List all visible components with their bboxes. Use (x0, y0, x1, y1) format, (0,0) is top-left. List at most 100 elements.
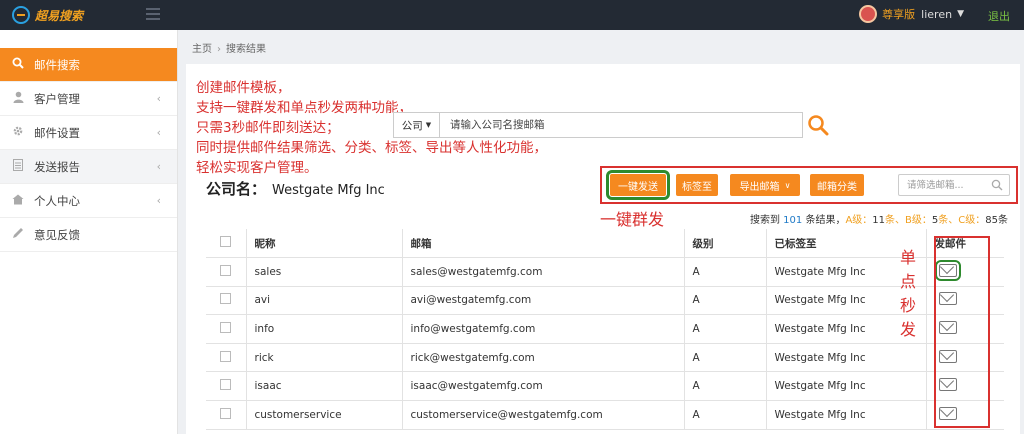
table-row: customerservice customerservice@westgate… (206, 400, 1004, 430)
annotation-char: 秒 (900, 296, 917, 315)
table-row: rick rick@westgatemfg.com A Westgate Mfg… (206, 343, 1004, 373)
company-label: 公司名： (206, 180, 267, 198)
sidebar-item-send-report[interactable]: 发送报告 ‹ (0, 150, 177, 184)
annotation-char: 发 (900, 320, 917, 339)
chevron-left-icon: ‹ (156, 160, 161, 173)
filter-input[interactable] (899, 175, 987, 195)
logo[interactable]: 超易搜索 (12, 6, 83, 24)
company-title: 公司名： Westgate Mfg Inc (206, 178, 385, 199)
cell-nick: isaac (246, 371, 403, 402)
annotation-char: 单 (900, 248, 917, 267)
col-nick: 昵称 (246, 229, 403, 259)
pencil-icon (10, 227, 26, 242)
summary-unit: 条结果， (805, 215, 846, 226)
email-results-table: 昵称 邮箱 级别 已标签至 发邮件 sales sales@westgatemf… (206, 229, 1004, 430)
search-icon (10, 57, 26, 72)
avatar (859, 5, 878, 23)
cell-level: A (684, 343, 767, 373)
row-checkbox[interactable] (220, 379, 231, 391)
table-row: sales sales@westgatemfg.com A Westgate M… (206, 257, 1004, 287)
row-checkbox[interactable] (220, 293, 231, 305)
gear-icon (10, 125, 26, 140)
search-button[interactable] (806, 113, 830, 137)
company-name: Westgate Mfg Inc (272, 183, 385, 198)
annotation-line: 轻松实现客户管理。 (196, 160, 318, 176)
summary-a-count: 11 (872, 215, 886, 226)
sidebar-item-label: 发送报告 (34, 159, 80, 174)
cell-email: isaac@westgatemfg.com (402, 371, 685, 402)
summary-suffix: 条 (998, 215, 1008, 226)
logo-icon (12, 6, 30, 24)
cell-nick: sales (246, 257, 403, 287)
summary-c-label: 条、C级： (938, 215, 986, 226)
select-all-checkbox[interactable] (220, 236, 231, 248)
user-menu[interactable]: 尊享版 lieren ▼ (859, 5, 964, 23)
search-icon[interactable] (991, 179, 1003, 194)
annotation-line: 创建邮件模板， (196, 80, 291, 96)
row-checkbox[interactable] (220, 264, 231, 276)
chevron-left-icon: ‹ (156, 194, 161, 207)
single-send-annotation: 单 点 秒 发 (900, 246, 920, 342)
col-email: 邮箱 (402, 229, 685, 259)
row-checkbox[interactable] (220, 350, 231, 362)
col-level: 级别 (684, 229, 767, 259)
chevron-down-icon: ▼ (957, 9, 964, 19)
chevron-down-icon: ∨ (784, 180, 791, 190)
export-emails-button[interactable]: 导出邮箱 ∨ (730, 174, 800, 196)
mass-send-button[interactable]: 一键发送 (606, 170, 670, 200)
caret-down-icon: ▼ (425, 121, 432, 129)
search-type-label: 公司 (401, 119, 423, 132)
table-row: info info@westgatemfg.com A Westgate Mfg… (206, 314, 1004, 344)
breadcrumb-home[interactable]: 主页 (192, 44, 212, 55)
summary-prefix: 搜索到 (749, 215, 780, 226)
user-icon (10, 91, 26, 106)
cell-level: A (684, 400, 767, 430)
annotation-char: 点 (900, 272, 917, 291)
select-all-cell (206, 229, 247, 259)
sidebar-item-customer-management[interactable]: 客户管理 ‹ (0, 82, 177, 116)
sidebar-item-mail-settings[interactable]: 邮件设置 ‹ (0, 116, 177, 150)
tag-to-button[interactable]: 标签至 (676, 174, 718, 196)
sidebar-item-mail-search[interactable]: 邮件搜索 (0, 48, 177, 82)
cell-nick: avi (246, 286, 403, 316)
search-icon (808, 115, 829, 136)
classify-emails-button[interactable]: 邮箱分类 (810, 174, 864, 196)
logo-text: 超易搜索 (35, 8, 84, 23)
email-filter (898, 174, 1010, 196)
cell-tagged: Westgate Mfg Inc (766, 371, 927, 402)
cell-nick: customerservice (246, 400, 403, 430)
document-icon (10, 159, 26, 174)
cell-level: A (684, 371, 767, 402)
row-checkbox[interactable] (220, 322, 231, 334)
summary-total: 101 (783, 215, 803, 226)
cell-level: A (684, 286, 767, 316)
logout-link[interactable]: 退出 (988, 8, 1010, 24)
breadcrumb: 主页 › 搜索结果 (192, 44, 266, 55)
table-row: avi avi@westgatemfg.com A Westgate Mfg I… (206, 286, 1004, 316)
sidebar: 邮件搜索 客户管理 ‹ 邮件设置 ‹ 发送报告 ‹ 个人中心 ‹ 意见反馈 (0, 30, 178, 434)
cell-level: A (684, 314, 767, 344)
chevron-left-icon: ‹ (156, 92, 161, 105)
summary-b-label: 条、B级： (885, 215, 932, 226)
cell-nick: rick (246, 343, 403, 373)
sidebar-item-label: 邮件搜索 (34, 57, 80, 72)
breadcrumb-current: 搜索结果 (226, 44, 266, 55)
cell-email: sales@westgatemfg.com (402, 257, 685, 287)
table-row: isaac isaac@westgatemfg.com A Westgate M… (206, 371, 1004, 402)
sidebar-item-label: 个人中心 (34, 193, 80, 208)
home-icon (10, 194, 26, 208)
sidebar-item-label: 意见反馈 (34, 227, 80, 242)
cell-tagged: Westgate Mfg Inc (766, 343, 927, 373)
table-header-row: 昵称 邮箱 级别 已标签至 发邮件 (206, 229, 1004, 259)
menu-toggle-icon[interactable] (146, 8, 160, 20)
row-checkbox[interactable] (220, 407, 231, 419)
sidebar-item-feedback[interactable]: 意见反馈 (0, 218, 177, 252)
cell-email: customerservice@westgatemfg.com (402, 400, 685, 430)
vip-badge: 尊享版 (882, 8, 916, 21)
sidebar-item-personal-center[interactable]: 个人中心 ‹ (0, 184, 177, 218)
company-search-bar: 公司 ▼ (393, 112, 803, 138)
search-type-select[interactable]: 公司 ▼ (394, 113, 440, 137)
result-summary: 搜索到 101 条结果，A级：11条、B级：5条、C级：85条 (750, 211, 1008, 226)
cell-email: rick@westgatemfg.com (402, 343, 685, 373)
search-input[interactable] (440, 113, 802, 137)
